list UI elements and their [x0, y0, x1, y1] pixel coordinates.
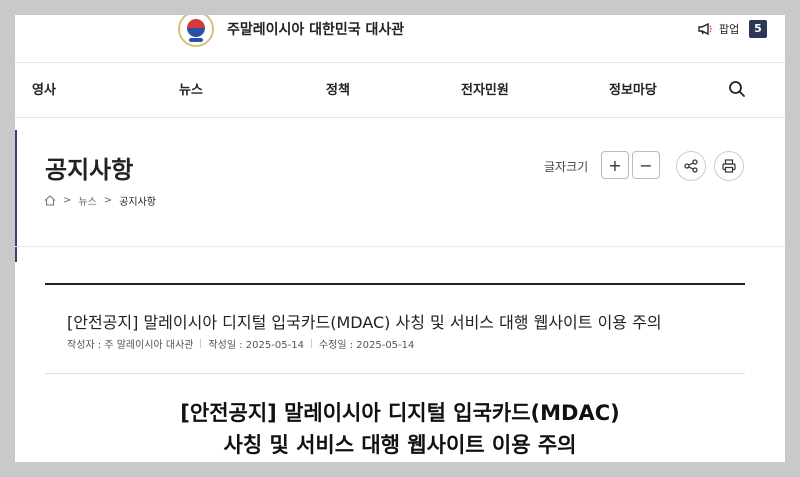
chevron-right-icon: > [63, 195, 72, 206]
nav-item-news[interactable]: 뉴스 [179, 79, 203, 98]
font-size-label: 글자크기 [544, 160, 589, 174]
home-icon[interactable] [44, 195, 56, 206]
chevron-right-icon: > [103, 195, 113, 206]
font-increase-button[interactable]: + [601, 151, 629, 179]
section-divider [15, 246, 785, 247]
top-header: 주말레이시아 대한민국 대사관 팝업 5 [15, 15, 785, 63]
print-button[interactable] [714, 151, 744, 181]
page-title: 공지사항 [45, 156, 134, 184]
share-button[interactable] [676, 151, 706, 181]
post-header-divider [45, 373, 745, 374]
side-accent-bar [15, 130, 17, 262]
post-author: 작성자 : 주 말레이시아 대사관 [67, 340, 194, 351]
site-title[interactable]: 주말레이시아 대한민국 대사관 [227, 19, 404, 39]
popup-count-badge[interactable]: 5 [749, 20, 767, 38]
megaphone-icon [698, 23, 712, 35]
article-heading-line-1: [안전공지] 말레이시아 디지털 입국카드(MDAC) [180, 401, 620, 425]
nav-item-e-services[interactable]: 전자민원 [461, 79, 509, 98]
nav-item-consular[interactable]: 영사 [32, 79, 56, 98]
breadcrumb-current: 공지사항 [119, 197, 156, 208]
article-heading-line-2: 사칭 및 서비스 대행 웹사이트 이용 주의 [223, 433, 577, 457]
breadcrumb: > 뉴스 > 공지사항 [44, 193, 156, 208]
post-meta: 작성자 : 주 말레이시아 대사관 작성일 : 2025-05-14 수정일 :… [67, 336, 414, 351]
popup-button[interactable]: 팝업 [719, 21, 739, 37]
search-icon[interactable] [728, 80, 746, 98]
nav-item-policy[interactable]: 정책 [326, 79, 350, 98]
browser-viewport: 주말레이시아 대한민국 대사관 팝업 5 영사 뉴스 정책 전자민원 정보마당 … [15, 15, 785, 462]
embassy-emblem-icon[interactable] [178, 15, 214, 47]
board-top-rule [45, 283, 745, 285]
main-nav: 영사 뉴스 정책 전자민원 정보마당 [15, 63, 785, 118]
post-created-date: 작성일 : 2025-05-14 [208, 340, 304, 351]
font-decrease-button[interactable]: − [632, 151, 660, 179]
share-icon [684, 159, 698, 173]
breadcrumb-news[interactable]: 뉴스 [78, 193, 96, 208]
nav-item-info[interactable]: 정보마당 [609, 79, 657, 98]
post-title: [안전공지] 말레이시아 디지털 입국카드(MDAC) 사칭 및 서비스 대행 … [67, 313, 662, 332]
post-modified-date: 수정일 : 2025-05-14 [318, 340, 415, 351]
print-icon [722, 159, 736, 173]
